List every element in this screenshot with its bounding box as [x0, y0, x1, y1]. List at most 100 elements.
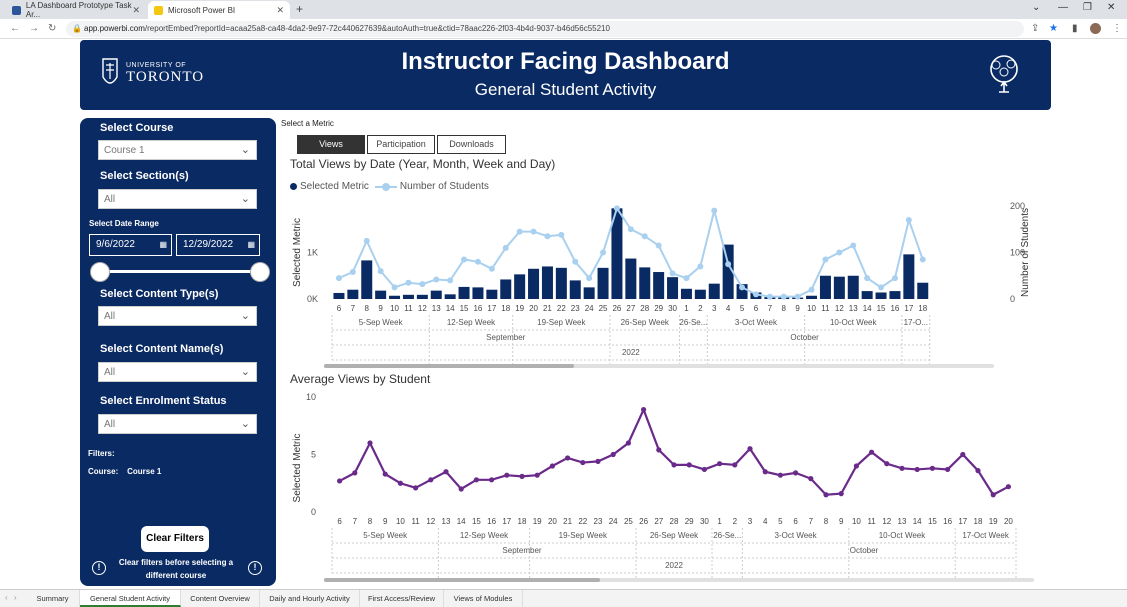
avatar[interactable]	[1090, 23, 1101, 34]
students-point	[725, 261, 732, 268]
average-views-point	[853, 463, 860, 469]
x-tick-label: 1	[717, 517, 722, 526]
bar	[889, 291, 901, 299]
x-tick-label: 16	[890, 304, 899, 313]
x-tick-label: 17	[487, 304, 496, 313]
x-tick-label: 10	[807, 304, 816, 313]
page-nav-next-icon[interactable]: ›	[14, 593, 17, 602]
x-tick-label: 5	[740, 304, 745, 313]
students-point	[655, 242, 662, 249]
page-nav-prev-icon[interactable]: ‹	[5, 593, 8, 602]
students-point	[864, 275, 871, 282]
active-filters-key: Course:	[88, 467, 119, 476]
students-point	[335, 275, 342, 282]
bar	[680, 288, 692, 299]
x-tick-label: 7	[351, 304, 356, 313]
students-point	[752, 291, 759, 298]
page-tab-daily-hourly-activity[interactable]: Daily and Hourly Activity	[260, 590, 360, 607]
date-slider-track[interactable]	[100, 270, 260, 273]
content-name-select[interactable]: All ⌄	[98, 362, 257, 382]
average-views-point	[990, 492, 996, 498]
close-window-icon[interactable]: ✕	[1107, 2, 1115, 13]
browser-tab-la-dashboard[interactable]: LA Dashboard Prototype Task Ar... ✕	[6, 1, 146, 19]
content-name-label: Select Content Name(s)	[100, 343, 224, 355]
date-slider-end-handle[interactable]	[250, 262, 270, 282]
course-value: Course 1	[104, 145, 145, 156]
bar	[639, 267, 651, 299]
close-icon[interactable]: ✕	[276, 5, 284, 16]
students-point	[766, 293, 773, 300]
x-tick-label: 19	[989, 517, 998, 526]
metric-downloads-button[interactable]: Downloads	[437, 135, 506, 154]
x-tick-label: 11	[404, 304, 413, 313]
date-start-input[interactable]: 9/6/2022 ▦	[89, 234, 172, 256]
students-point	[600, 249, 607, 256]
metric-participation-button[interactable]: Participation	[367, 135, 435, 154]
x-tick-label: 9	[378, 304, 383, 313]
back-icon[interactable]: ←	[10, 23, 20, 34]
average-views-point	[869, 449, 875, 455]
average-views-point	[595, 458, 601, 464]
enrolment-select[interactable]: All ⌄	[98, 414, 257, 434]
minimize-icon[interactable]: —	[1058, 2, 1068, 13]
more-menu-icon[interactable]: ⋮	[1112, 23, 1122, 34]
x-tick-label: 18	[918, 304, 927, 313]
calendar-icon[interactable]: ▦	[159, 235, 167, 255]
students-point	[683, 275, 690, 282]
browser-tab-power-bi[interactable]: Microsoft Power BI ✕	[148, 1, 290, 19]
section-select[interactable]: All ⌄	[98, 189, 257, 209]
x-tick-label: 3	[748, 517, 753, 526]
content-type-select[interactable]: All ⌄	[98, 306, 257, 326]
page-tab-summary[interactable]: Summary	[26, 590, 80, 607]
x-tick-label: 18	[974, 517, 983, 526]
average-views-point	[929, 465, 936, 471]
x-tick-label: 7	[809, 517, 814, 526]
calendar-icon[interactable]: ▦	[247, 235, 255, 255]
average-views-point	[762, 469, 768, 475]
chevron-down-icon: ⌄	[240, 366, 250, 378]
x-tick-label: 11	[821, 304, 830, 313]
average-views-point	[641, 407, 647, 413]
x-tick-label: 18	[501, 304, 510, 313]
content-type-value: All	[104, 311, 116, 322]
star-icon[interactable]: ★	[1049, 23, 1058, 34]
info-icon[interactable]: !	[92, 561, 106, 575]
x-tick-label: 17	[502, 517, 511, 526]
students-point	[488, 265, 495, 272]
sidepanel-icon[interactable]: ▮	[1072, 23, 1078, 34]
metric-label: Select a Metric	[281, 119, 334, 128]
bar	[819, 275, 831, 299]
date-slider-start-handle[interactable]	[90, 262, 110, 282]
date-end-input[interactable]: 12/29/2022 ▦	[176, 234, 260, 256]
average-views-point	[656, 447, 662, 453]
chevron-down-icon[interactable]: ⌄	[1032, 2, 1040, 13]
clear-filters-button[interactable]: Clear Filters	[141, 526, 209, 552]
new-tab-icon[interactable]: +	[296, 2, 303, 16]
page-tab-views-of-modules[interactable]: Views of Modules	[444, 590, 523, 607]
x-tick-label: 11	[411, 517, 420, 526]
bar	[903, 254, 915, 299]
page-tab-content-overview[interactable]: Content Overview	[181, 590, 260, 607]
forward-icon[interactable]: →	[29, 23, 39, 34]
restore-icon[interactable]: ❐	[1083, 2, 1092, 13]
x-tick-label: 30	[700, 517, 709, 526]
clear-filters-note: Clear filters before selecting a differe…	[118, 558, 234, 580]
info-icon[interactable]: !	[248, 561, 262, 575]
share-icon[interactable]: ⇪	[1031, 23, 1039, 34]
metric-views-button[interactable]: Views	[297, 135, 365, 154]
students-point	[363, 237, 370, 244]
bar	[500, 279, 512, 299]
page-tab-general-student-activity[interactable]: General Student Activity	[80, 590, 181, 607]
course-select[interactable]: Course 1 ⌄	[98, 140, 257, 160]
page-tab-first-access-review[interactable]: First Access/Review	[360, 590, 444, 607]
reload-icon[interactable]: ↻	[48, 23, 56, 34]
bar	[389, 295, 401, 299]
content-name-value: All	[104, 367, 116, 378]
x-tick-label: 24	[609, 517, 618, 526]
students-point	[502, 244, 509, 251]
average-views-point	[443, 469, 449, 475]
legend-item-number-of-students: Number of Students	[399, 181, 489, 192]
bar	[653, 272, 665, 299]
url-input[interactable]: 🔒 app.powerbi.com/reportEmbed?reportId=a…	[66, 21, 1024, 37]
close-icon[interactable]: ✕	[132, 5, 140, 16]
